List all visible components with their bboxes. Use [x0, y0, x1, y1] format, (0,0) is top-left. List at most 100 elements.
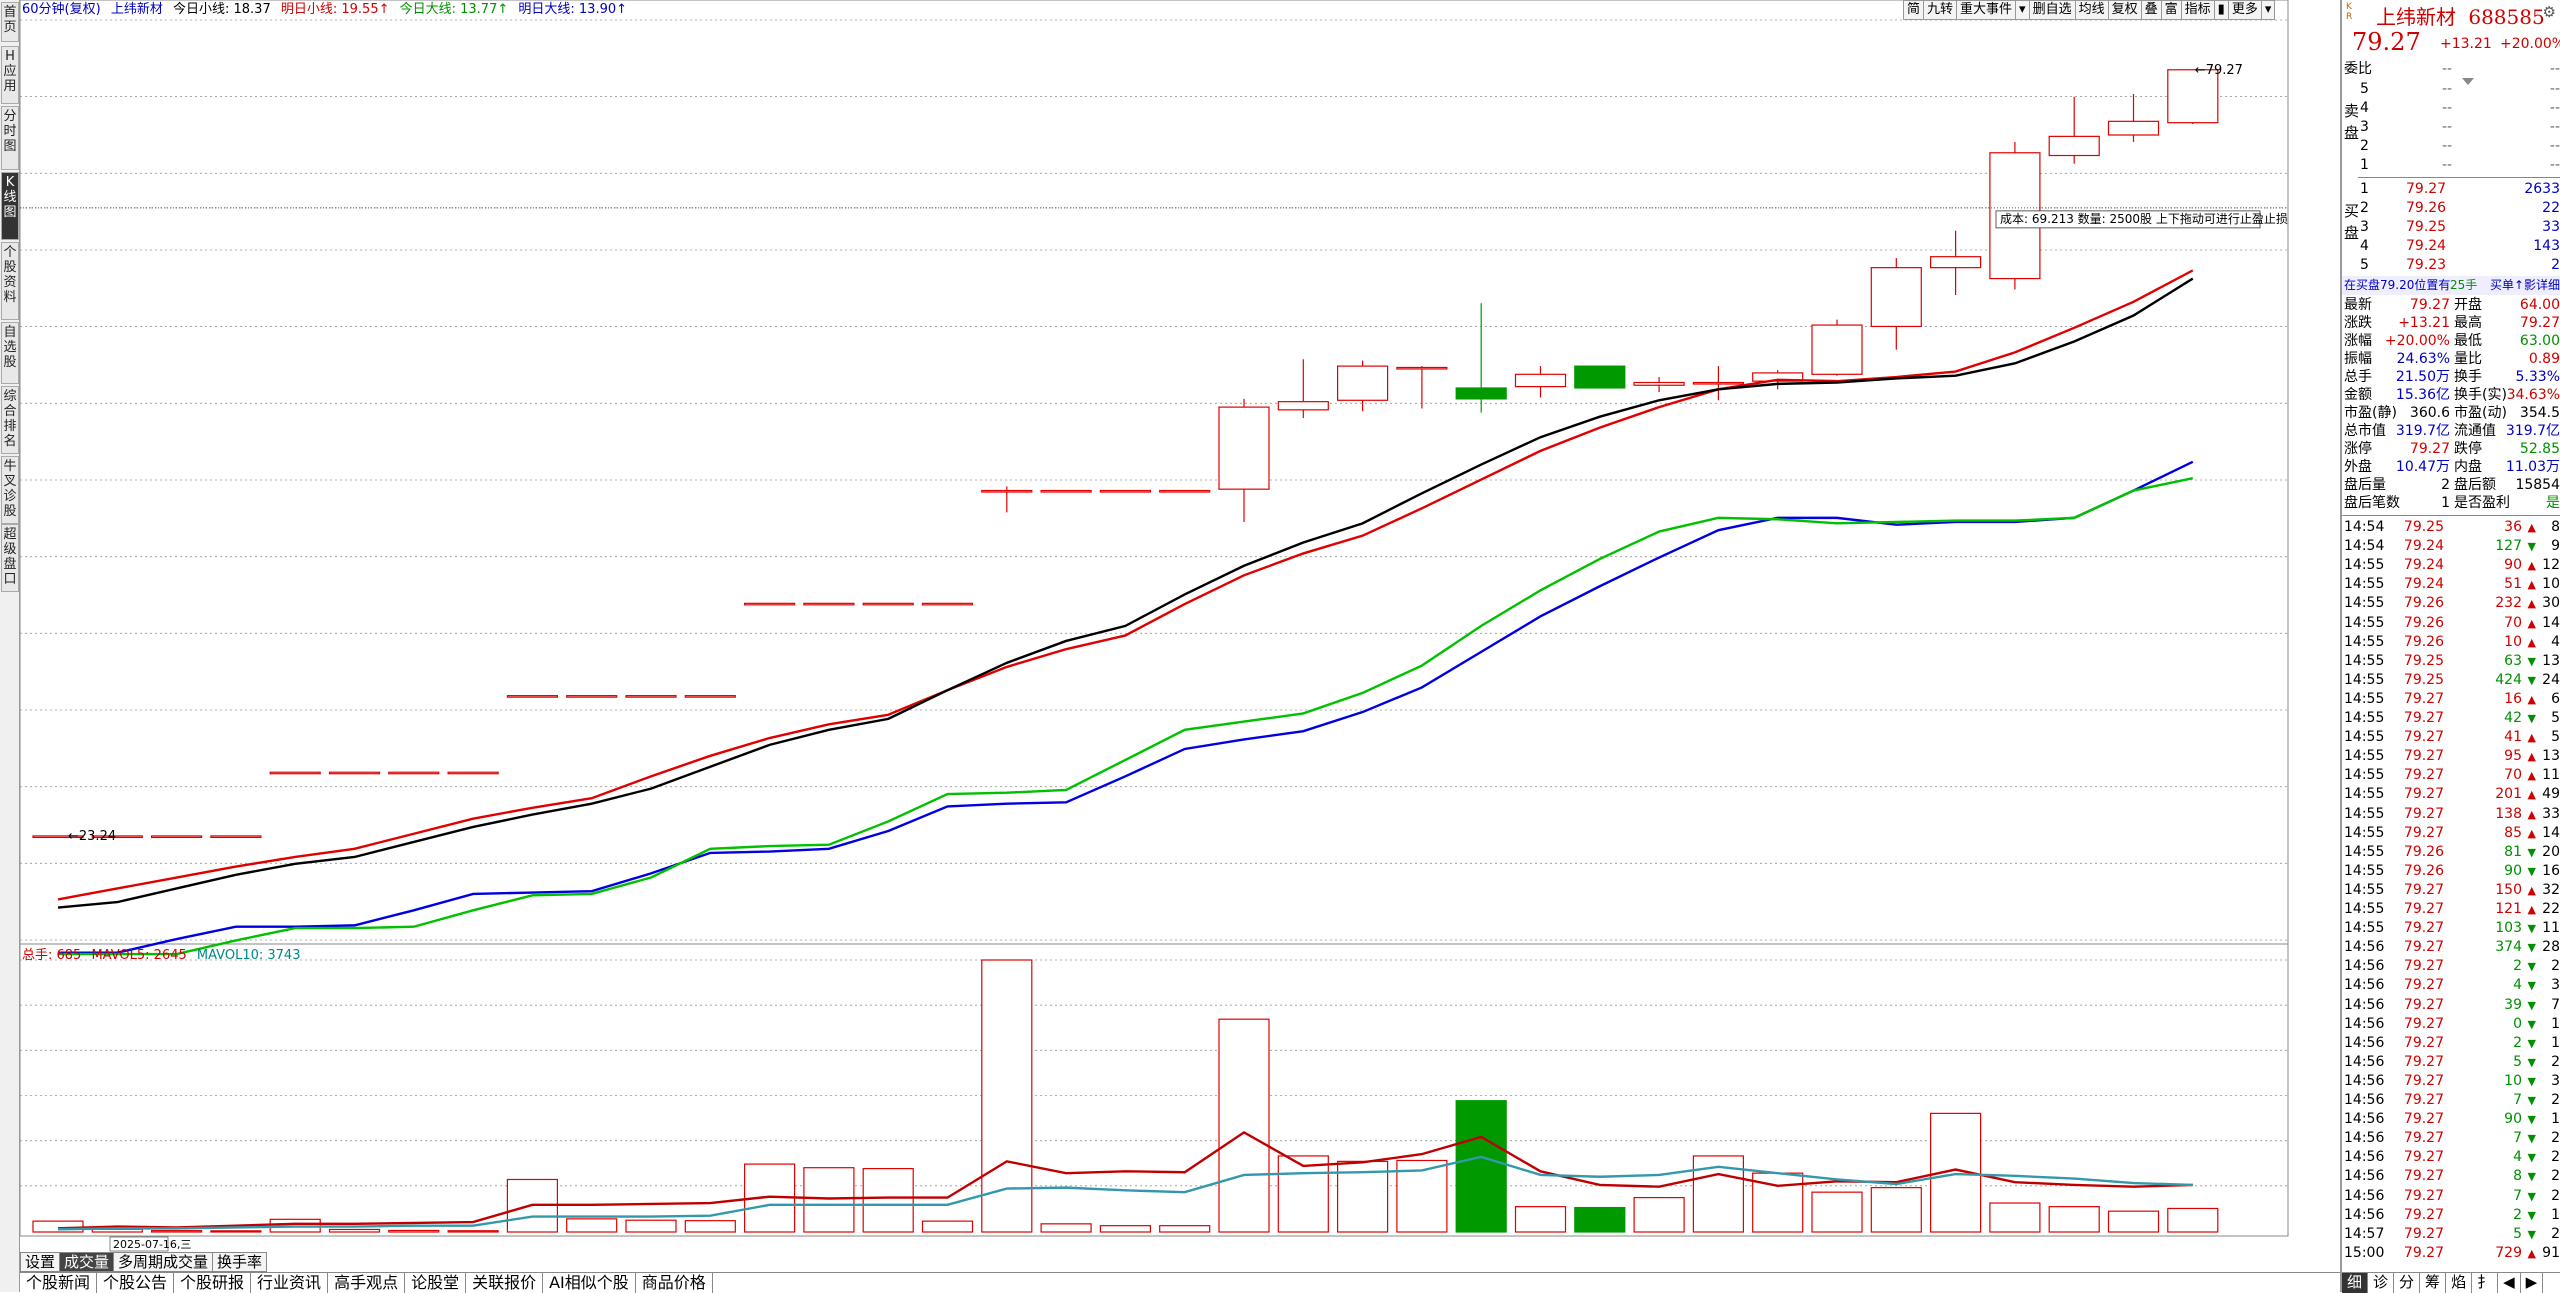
quote-cell: 涨停: [2344, 441, 2372, 457]
quote-tab-0[interactable]: 细: [2342, 1273, 2369, 1293]
quote-cell: 63: [2504, 652, 2522, 669]
buy-row: 5 79.23 2: [2342, 256, 2560, 275]
quote-cell: 13: [2542, 748, 2560, 765]
toolbar-button-10[interactable]: ▮: [2213, 0, 2229, 20]
volume-bar: [1811, 1191, 1863, 1233]
arrow-down-icon: ▼: [2527, 1094, 2536, 1107]
toolbar-button-0[interactable]: 简: [1903, 0, 1925, 20]
mavol10: MAVOL10: 3743: [196, 948, 301, 963]
bottom-nav-item-7[interactable]: AI相似个股: [543, 1273, 636, 1293]
stat-row: 总市值 319.7亿 流通值 319.7亿: [2342, 422, 2560, 441]
quote-cell: 14:55: [2344, 805, 2385, 822]
quote-tab-2[interactable]: 分: [2394, 1273, 2421, 1293]
bottom-nav-item-0[interactable]: 个股新闻: [20, 1273, 98, 1293]
quote-cell: 14:56: [2344, 1034, 2385, 1051]
sidebar-item-1[interactable]: H应用: [1, 46, 19, 104]
bottom-nav-item-3[interactable]: 行业资讯: [251, 1273, 329, 1293]
quote-cell: 1: [2551, 1034, 2560, 1051]
arrow-up-icon: ▲: [2527, 521, 2536, 534]
tick-row: 14:56 79.27 8 ▼ 2: [2342, 1167, 2560, 1186]
book-divider: [2358, 177, 2560, 178]
ma-line-red: [57, 269, 2194, 901]
tick-row: 14:55 79.25 424 ▼ 24: [2342, 671, 2560, 690]
sell-row: 5 -- --: [2342, 80, 2560, 99]
bottom-nav-item-1[interactable]: 个股公告: [97, 1273, 175, 1293]
sidebar-item-5[interactable]: 自选股: [1, 322, 19, 384]
indicator-tab-1[interactable]: 成交量: [59, 1252, 115, 1272]
toolbar-button-7[interactable]: 叠: [2140, 0, 2162, 20]
candle: [566, 695, 618, 698]
bottom-nav-item-2[interactable]: 个股研报: [174, 1273, 252, 1293]
indicator-tab-0[interactable]: 设置: [20, 1252, 61, 1272]
quote-name: 上纬新材: [2376, 5, 2456, 29]
tick-row: 14:55 79.24 51 ▲ 10: [2342, 575, 2560, 594]
quote-cell: 11: [2542, 920, 2560, 937]
toolbar-button-2[interactable]: 重大事件: [1956, 0, 2017, 20]
quote-tab-3[interactable]: 筹: [2420, 1273, 2447, 1293]
sidebar-item-7[interactable]: 牛叉诊股: [1, 456, 19, 524]
toolbar-button-3[interactable]: ▾: [2015, 0, 2030, 20]
candle: [1929, 230, 1982, 295]
quote-tab-7[interactable]: ▶: [2521, 1273, 2544, 1293]
arrow-down-icon: ▼: [2527, 922, 2536, 936]
tick-row: 14:55 79.27 121 ▲ 22: [2342, 900, 2560, 919]
low-price-annotation: ←23.24: [68, 829, 116, 844]
quote-tab-5[interactable]: 扌: [2472, 1273, 2499, 1293]
quote-cell: --: [2549, 119, 2560, 135]
indicator-tab-2[interactable]: 多周期成交量: [113, 1252, 214, 1272]
quote-cell: 79.27: [2403, 1225, 2444, 1242]
sidebar-item-2[interactable]: 分时图: [1, 106, 19, 170]
quote-cell: 79.26: [2403, 614, 2444, 631]
sidebar-item-8[interactable]: 超级盘口: [1, 524, 19, 592]
quote-cell: 79.27: [2403, 881, 2444, 898]
kline-chart-svg[interactable]: 82.9177.3171.7069.1766.0960.4954.8849.27…: [19, 0, 2333, 1252]
quote-cell: 14:56: [2344, 996, 2385, 1013]
quote-tab-4[interactable]: 焰: [2446, 1273, 2473, 1293]
bottom-nav-item-6[interactable]: 关联报价: [466, 1273, 544, 1293]
buy-row: 1 79.27 2633: [2342, 180, 2560, 199]
quote-cell: --: [2549, 138, 2560, 154]
quote-cell: 14:55: [2344, 920, 2385, 937]
quote-cell: 0: [2513, 1015, 2522, 1032]
toolbar-button-5[interactable]: 均线: [2074, 0, 2109, 20]
quote-tab-1[interactable]: 诊: [2368, 1273, 2395, 1293]
toolbar-button-11[interactable]: 更多: [2227, 0, 2262, 20]
arrow-up-icon: ▲: [2527, 750, 2536, 764]
toolbar-button-4[interactable]: 删自选: [2028, 0, 2076, 20]
toolbar-button-9[interactable]: 指标: [2180, 0, 2215, 20]
period-label[interactable]: 60分钟(复权): [22, 2, 101, 17]
arrow-down-icon: ▼: [2527, 979, 2536, 993]
tick-row: 14:56 79.27 4 ▼ 3: [2342, 976, 2560, 995]
volume-bar: [2167, 1207, 2219, 1233]
toolbar-button-8[interactable]: 富: [2160, 0, 2182, 20]
quote-cell: 涨跌: [2344, 315, 2372, 331]
quote-cell: --: [2442, 100, 2453, 116]
bottom-nav-item-4[interactable]: 高手观点: [328, 1273, 406, 1293]
indicator-tabs: 设置 成交量 多周期成交量 换手率: [20, 1252, 268, 1272]
quote-tab-6[interactable]: ◀: [2498, 1273, 2521, 1293]
toolbar-button-1[interactable]: 九转: [1923, 0, 1958, 20]
quote-cell: 25手: [2450, 278, 2478, 292]
sidebar-item-4[interactable]: 个股资料: [1, 242, 19, 320]
toolbar-button-6[interactable]: 复权: [2107, 0, 2142, 20]
buy-row: 2 79.26 22: [2342, 199, 2560, 218]
sidebar-item-6[interactable]: 综合排名: [1, 386, 19, 454]
ma-line-black: [57, 277, 2194, 909]
mavol5: MAVOL5: 2645: [91, 948, 187, 963]
bottom-nav-item-5[interactable]: 论股堂: [405, 1273, 467, 1293]
arrow-down-icon: ▼: [2527, 1227, 2536, 1241]
quote-cell: 盘后额: [2454, 477, 2496, 493]
tick-row: 15:00 79.27 729 ▲ 91: [2342, 1244, 2560, 1263]
gear-icon[interactable]: ⚙: [2543, 3, 2556, 21]
bottom-nav-item-8[interactable]: 商品价格: [636, 1273, 713, 1293]
sidebar-item-0[interactable]: 首页: [1, 2, 19, 42]
kline-chart-area[interactable]: 82.9177.3171.7069.1766.0960.4954.8849.27…: [19, 0, 2333, 1252]
quote-cell: 16: [2504, 690, 2522, 707]
quote-cell: 729: [2495, 1244, 2522, 1261]
indicator-tab-3[interactable]: 换手率: [212, 1252, 268, 1272]
quote-cell: 70: [2504, 614, 2522, 631]
sidebar-item-3[interactable]: K线图: [1, 172, 19, 240]
candle: [1811, 319, 1863, 376]
toolbar-button-12[interactable]: ▾: [2260, 0, 2276, 20]
arrow-down-icon: ▼: [2527, 1055, 2536, 1069]
